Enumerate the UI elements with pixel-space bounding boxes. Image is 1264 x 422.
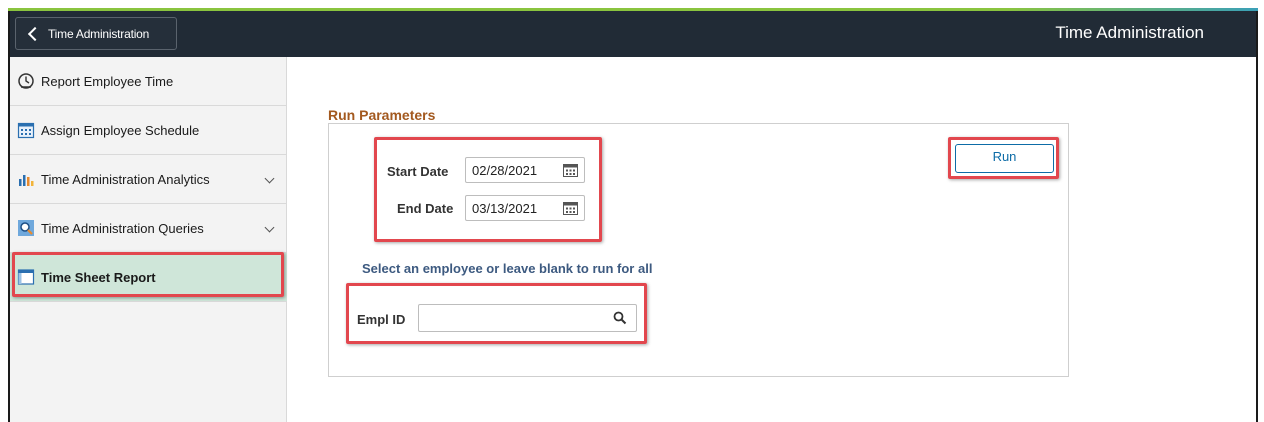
sidebar-item-label: Time Administration Queries	[41, 220, 204, 236]
chevron-down-icon[interactable]	[264, 173, 275, 184]
empl-id-label: Empl ID	[357, 312, 406, 327]
employee-select-hint: Select an employee or leave blank to run…	[362, 261, 653, 276]
page-title: Time Administration	[1055, 23, 1204, 42]
report-icon	[17, 269, 35, 285]
end-date-label: End Date	[397, 201, 454, 216]
bar-chart-icon	[19, 175, 34, 186]
start-date-input[interactable]: 02/28/2021	[465, 157, 585, 183]
sidebar-item-label: Report Employee Time	[41, 73, 174, 89]
query-icon	[18, 220, 34, 236]
start-date-label: Start Date	[387, 164, 449, 179]
sidebar-item-label: Time Sheet Report	[41, 269, 156, 285]
calendar-icon[interactable]	[563, 201, 578, 215]
sidebar-item-report-employee-time[interactable]: Report Employee Time	[10, 57, 287, 106]
empl-id-input[interactable]	[418, 304, 637, 332]
sidebar-item-assign-employee-schedule[interactable]: Assign Employee Schedule	[10, 106, 287, 155]
sidebar-item-label: Assign Employee Schedule	[41, 122, 200, 138]
sidebar-item-time-administration-queries[interactable]: Time Administration Queries	[10, 204, 287, 253]
end-date-input[interactable]: 03/13/2021	[465, 195, 585, 221]
chevron-left-icon	[27, 26, 43, 41]
end-date-value: 03/13/2021	[472, 200, 538, 216]
start-date-value: 02/28/2021	[472, 162, 538, 178]
section-title: Run Parameters	[328, 107, 436, 123]
app-header: Time Administration Time Administration	[10, 11, 1256, 57]
sidebar: Report Employee Time Assign Employee Sch…	[10, 57, 287, 422]
clock-icon	[18, 73, 34, 89]
sidebar-item-label: Time Administration Analytics	[41, 171, 210, 187]
sidebar-item-time-administration-analytics[interactable]: Time Administration Analytics	[10, 155, 287, 204]
sidebar-item-time-sheet-report[interactable]: Time Sheet Report	[10, 253, 287, 302]
chevron-down-icon[interactable]	[264, 222, 275, 233]
search-icon[interactable]	[613, 311, 627, 325]
calendar-icon	[17, 122, 35, 139]
back-button-label: Time Administration	[48, 26, 150, 41]
back-button[interactable]: Time Administration	[15, 17, 177, 50]
calendar-icon[interactable]	[563, 163, 578, 177]
run-button[interactable]: Run	[955, 144, 1054, 173]
